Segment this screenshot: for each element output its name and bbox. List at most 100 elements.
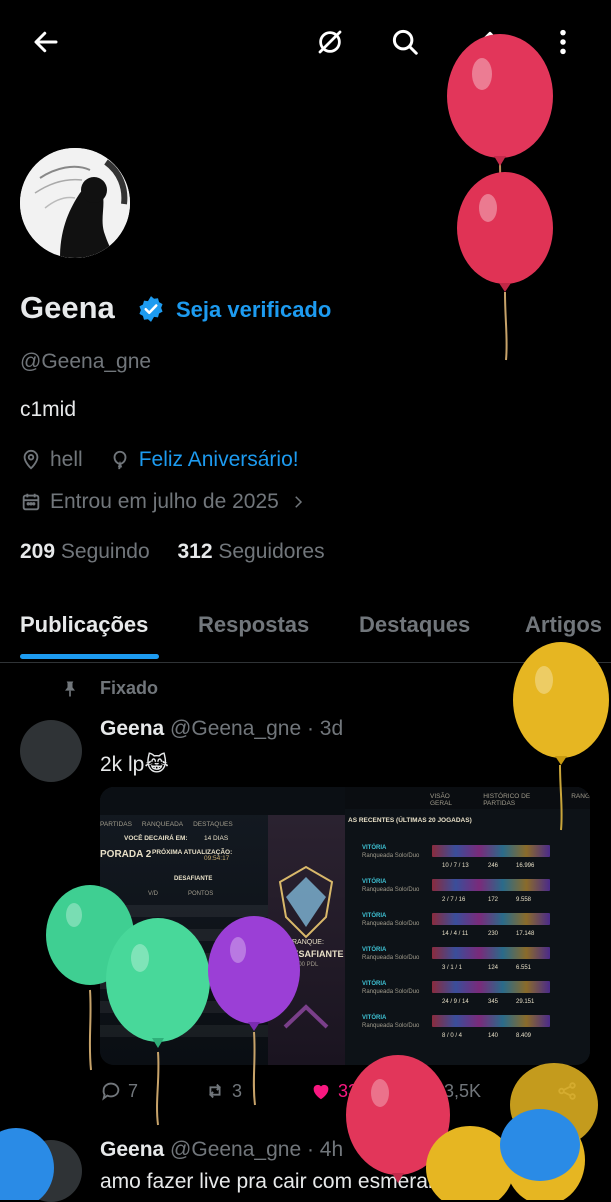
post-author-handle: @Geena_gne bbox=[170, 717, 302, 740]
match-kda: 24 / 9 / 14 bbox=[442, 999, 469, 1005]
match-kda: 14 / 4 / 11 bbox=[442, 931, 469, 937]
tab-artigos[interactable]: Artigos bbox=[525, 612, 602, 638]
match-gold: 6.551 bbox=[516, 965, 532, 971]
followers-link[interactable]: 312 Seguidores bbox=[177, 540, 324, 563]
media-rank-points: 2.000 PDL bbox=[290, 962, 319, 968]
post-header: Geena @Geena_gne · 3d bbox=[100, 717, 343, 741]
more-options-button[interactable] bbox=[543, 22, 583, 62]
repost-count: 3 bbox=[232, 1080, 243, 1101]
profile-tabs: Publicações Respostas Destaques Artigos bbox=[0, 596, 611, 663]
share-icon bbox=[558, 1082, 576, 1100]
match-kda: 8 / 0 / 4 bbox=[442, 1033, 463, 1039]
match-cs: 345 bbox=[488, 999, 499, 1005]
match-champions bbox=[432, 981, 550, 993]
following-link[interactable]: 209 Seguindo bbox=[20, 540, 150, 563]
match-queue: Ranqueada Solo/Duo bbox=[362, 921, 420, 927]
balloon-icon bbox=[113, 450, 127, 470]
match-result: VITÓRIA bbox=[362, 1015, 387, 1021]
match-champions bbox=[432, 1015, 550, 1027]
post-actions: 7 3 33 3,5K bbox=[100, 1080, 590, 1110]
more-vertical-icon bbox=[560, 29, 566, 55]
match-result: VITÓRIA bbox=[362, 913, 387, 919]
media-col-vd: V/D bbox=[148, 891, 159, 897]
media-history-title: AS RECENTES (ÚLTIMAS 20 JOGADAS) bbox=[348, 817, 472, 824]
match-champions bbox=[432, 913, 550, 925]
joined-text: Entrou em julho de 2025 bbox=[50, 490, 279, 513]
match-queue: Ranqueada Solo/Duo bbox=[362, 989, 420, 995]
match-row: VITÓRIA Ranqueada Solo/Duo 2 / 7 / 16 172 9.… bbox=[348, 879, 588, 913]
media-tab-historico: HISTÓRICO DE PARTIDAS bbox=[483, 793, 531, 807]
post2-author-avatar[interactable] bbox=[20, 1140, 82, 1202]
match-row: VITÓRIA Ranqueada Solo/Duo 10 / 7 / 13 246 1… bbox=[348, 845, 588, 879]
tab-respostas[interactable]: Respostas bbox=[198, 612, 309, 638]
match-cs: 124 bbox=[488, 965, 499, 971]
post-media-image[interactable]: PARTIDAS RANQUEADA DESTAQUES VOCÊ DECAIR… bbox=[100, 787, 590, 1065]
location-text: hell bbox=[50, 448, 83, 471]
profile-name: Geena bbox=[20, 290, 115, 325]
search-icon bbox=[392, 29, 418, 55]
reply-count: 7 bbox=[128, 1080, 139, 1101]
match-cs: 246 bbox=[488, 863, 499, 869]
media-rank-name-header: DESAFIANTE bbox=[174, 876, 213, 882]
red-balloon-icon bbox=[346, 1055, 450, 1183]
match-gold: 8.409 bbox=[516, 1033, 532, 1039]
pinned-label: Fixado bbox=[100, 678, 159, 698]
match-champions bbox=[432, 845, 550, 857]
match-kda: 10 / 7 / 13 bbox=[442, 863, 469, 869]
pinned-indicator: Fixado bbox=[60, 678, 158, 699]
reply-icon bbox=[102, 1082, 120, 1101]
media-drop-label: VOCÊ DECAIRÁ EM: bbox=[124, 835, 188, 842]
media-tab-visao: VISÃO GERAL bbox=[430, 793, 453, 807]
match-queue: Ranqueada Solo/Duo bbox=[362, 955, 420, 961]
tab-publicacoes[interactable]: Publicações bbox=[20, 612, 148, 638]
get-verified-link[interactable]: Seja verificado bbox=[176, 297, 331, 323]
like-button[interactable]: 33 bbox=[310, 1080, 358, 1102]
profile-handle: @Geena_gne bbox=[20, 350, 152, 373]
following-label: Seguindo bbox=[60, 540, 150, 563]
repost-button[interactable]: 3 bbox=[204, 1080, 242, 1102]
match-gold: 16.996 bbox=[516, 863, 535, 869]
post2-text: amo fazer live pra cair com esmeralda bbox=[100, 1170, 456, 1193]
media-right-tabs: VISÃO GERAL HISTÓRICO DE PARTIDAS RANG bbox=[430, 793, 590, 807]
views-count: 3,5K bbox=[444, 1080, 482, 1101]
joined-row[interactable]: Entrou em julho de 2025 bbox=[20, 490, 315, 514]
edit-button[interactable] bbox=[465, 22, 505, 62]
birthday-link[interactable]: Feliz Aniversário! bbox=[139, 448, 299, 472]
post-text: 2k lp😹 bbox=[100, 753, 169, 776]
reply-button[interactable]: 7 bbox=[100, 1080, 138, 1102]
search-button[interactable] bbox=[385, 22, 425, 62]
media-tab-partidas: PARTIDAS bbox=[100, 821, 132, 828]
location-row: hell Feliz Aniversário! bbox=[20, 448, 299, 472]
match-kda: 2 / 7 / 16 bbox=[442, 897, 466, 903]
match-queue: Ranqueada Solo/Duo bbox=[362, 853, 420, 859]
match-queue: Ranqueada Solo/Duo bbox=[362, 1023, 420, 1029]
location-pin-icon bbox=[23, 449, 39, 470]
media-rank-name: DESAFIANTE bbox=[286, 949, 344, 959]
profile-avatar[interactable] bbox=[20, 148, 130, 258]
back-button[interactable] bbox=[26, 22, 66, 62]
match-queue: Ranqueada Solo/Duo bbox=[362, 887, 420, 893]
media-rank-label: RANQUE: bbox=[292, 939, 324, 946]
match-result: VITÓRIA bbox=[362, 879, 387, 885]
notifications-off-button[interactable] bbox=[310, 22, 350, 62]
match-gold: 29.151 bbox=[516, 999, 535, 1005]
post2-time: · 4h bbox=[306, 1138, 344, 1161]
post2-author-name[interactable]: Geena bbox=[100, 1138, 164, 1161]
post-author-avatar[interactable] bbox=[20, 720, 82, 782]
media-tab-rang: RANG bbox=[571, 793, 590, 800]
follow-stats: 209 Seguindo 312 Seguidores bbox=[20, 540, 325, 564]
media-col-pontos: PONTOS bbox=[188, 891, 214, 897]
views-button[interactable]: 3,5K bbox=[416, 1080, 481, 1102]
tab-destaques[interactable]: Destaques bbox=[359, 612, 470, 638]
verified-badge-icon bbox=[139, 296, 163, 322]
followers-label: Seguidores bbox=[218, 540, 325, 563]
post-time: · 3d bbox=[306, 717, 344, 740]
match-row: VITÓRIA Ranqueada Solo/Duo 24 / 9 / 14 345 2… bbox=[348, 981, 588, 1015]
share-button[interactable] bbox=[556, 1080, 584, 1102]
post-author-name[interactable]: Geena bbox=[100, 717, 164, 740]
match-gold: 17.148 bbox=[516, 931, 535, 937]
match-result: VITÓRIA bbox=[362, 947, 387, 953]
match-row: VITÓRIA Ranqueada Solo/Duo 14 / 4 / 11 230 1… bbox=[348, 913, 588, 947]
pin-icon bbox=[65, 681, 75, 696]
bell-off-icon bbox=[318, 30, 342, 54]
